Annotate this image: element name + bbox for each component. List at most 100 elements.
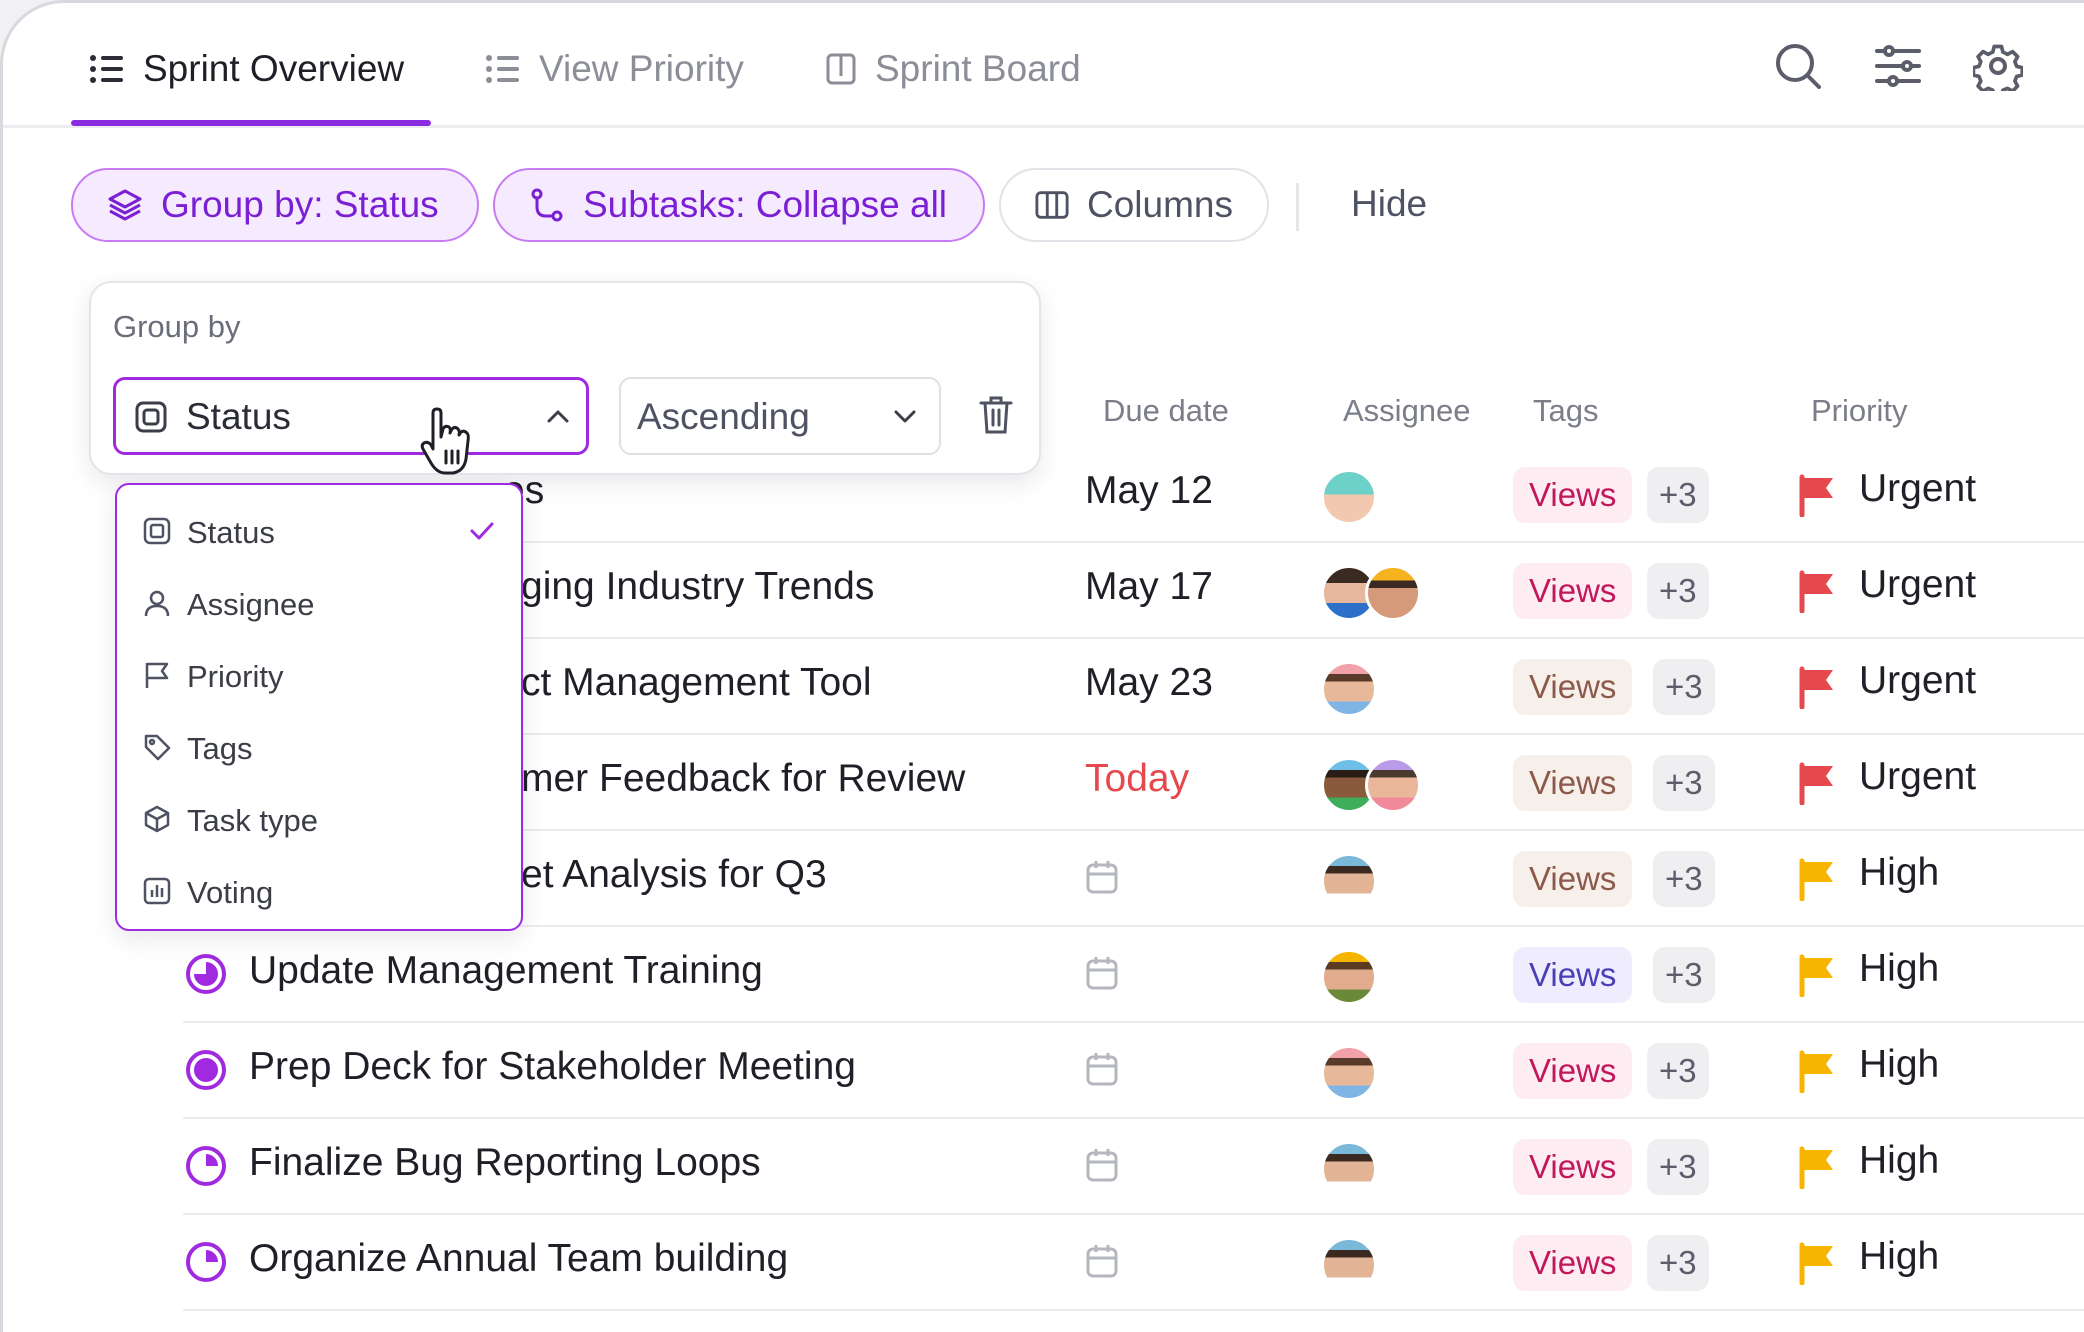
tag-badge[interactable]: Views — [1513, 467, 1633, 523]
sort-order-value: Ascending — [637, 396, 810, 437]
task-title[interactable]: mer Feedback for Review — [521, 757, 965, 801]
subtasks-chip[interactable]: Subtasks: Collapse all — [493, 168, 985, 242]
dropdown-item-label: Tags — [187, 731, 253, 766]
priority-label[interactable]: Urgent — [1859, 659, 1976, 703]
task-title[interactable]: Update Management Training — [249, 949, 763, 993]
tab-label: Sprint Overview — [143, 48, 405, 89]
group-by-chip[interactable]: Group by: Status — [71, 168, 479, 242]
list-icon — [90, 55, 123, 83]
group-field-select[interactable]: Status — [113, 377, 589, 455]
active-tab-indicator — [71, 120, 431, 126]
task-title[interactable]: Prep Deck for Stakeholder Meeting — [249, 1045, 856, 1089]
flag-icon — [1799, 570, 1833, 613]
group-by-title: Group by — [113, 309, 241, 344]
table-row[interactable]: Finalize Bug Reporting Loops Views +3 Hi… — [183, 1119, 2084, 1215]
app-window: Sprint Overview View Priority Sprint Boa… — [0, 0, 2084, 1332]
columns-chip[interactable]: Columns — [999, 168, 1269, 242]
column-header-tags[interactable]: Tags — [1533, 393, 1598, 429]
tag-more-badge[interactable]: +3 — [1653, 947, 1715, 1003]
task-title[interactable]: ging Industry Trends — [521, 565, 874, 609]
priority-label[interactable]: High — [1859, 1235, 1939, 1279]
tab-view-priority[interactable]: View Priority — [485, 41, 744, 97]
column-header-assignee[interactable]: Assignee — [1343, 393, 1471, 429]
priority-label[interactable]: Urgent — [1859, 467, 1976, 511]
dropdown-item-priority[interactable]: Priority — [117, 641, 521, 713]
avatar — [1365, 565, 1421, 621]
tag-badge[interactable]: Views — [1513, 1139, 1633, 1195]
tab-sprint-overview[interactable]: Sprint Overview — [89, 41, 404, 97]
dropdown-item-assignee[interactable]: Assignee — [117, 569, 521, 641]
status-field-icon — [135, 401, 167, 433]
calendar-icon[interactable] — [1085, 955, 1119, 991]
tag-more-badge[interactable]: +3 — [1647, 1235, 1709, 1291]
dropdown-item-task-type[interactable]: Task type — [117, 785, 521, 857]
calendar-icon[interactable] — [1085, 1147, 1119, 1183]
group-by-panel: Group by Status Ascending — [89, 281, 1041, 475]
tag-badge[interactable]: Views — [1513, 659, 1633, 715]
tag-badge[interactable]: Views — [1513, 1235, 1633, 1291]
avatar — [1321, 661, 1377, 717]
priority-label[interactable]: Urgent — [1859, 563, 1976, 607]
task-title[interactable]: Finalize Bug Reporting Loops — [249, 1141, 761, 1185]
gear-icon[interactable] — [1973, 41, 2023, 91]
trash-icon[interactable] — [979, 395, 1013, 435]
dropdown-item-status[interactable]: Status — [117, 497, 521, 569]
bar-chart-icon — [143, 877, 171, 905]
tag-badge[interactable]: Views — [1513, 563, 1633, 619]
calendar-icon[interactable] — [1085, 1243, 1119, 1279]
tab-sprint-board[interactable]: Sprint Board — [825, 41, 1081, 97]
tag-badge[interactable]: Views — [1513, 851, 1633, 907]
tag-more-badge[interactable]: +3 — [1653, 851, 1715, 907]
tag-more-badge[interactable]: +3 — [1653, 755, 1715, 811]
status-field-icon — [143, 517, 171, 545]
subtasks-chip-label: Subtasks: Collapse all — [583, 184, 948, 225]
table-row[interactable]: Update Management Training Views +3 High — [183, 927, 2084, 1023]
column-header-due-date[interactable]: Due date — [1103, 393, 1229, 429]
board-icon — [826, 53, 856, 85]
tag-more-badge[interactable]: +3 — [1647, 467, 1709, 523]
avatar — [1365, 757, 1421, 813]
flag-icon — [1799, 954, 1833, 997]
priority-label[interactable]: Urgent — [1859, 755, 1976, 799]
task-title[interactable]: et Analysis for Q3 — [521, 853, 827, 897]
task-title[interactable]: Organize Annual Team building — [249, 1237, 788, 1281]
dropdown-item-tags[interactable]: Tags — [117, 713, 521, 785]
in-progress-status-icon[interactable] — [185, 1049, 227, 1091]
in-progress-status-icon[interactable] — [185, 1145, 227, 1187]
dropdown-item-label: Assignee — [187, 587, 315, 622]
tag-badge[interactable]: Views — [1513, 1043, 1633, 1099]
hide-button[interactable]: Hide — [1351, 183, 1427, 225]
tag-more-badge[interactable]: +3 — [1647, 1043, 1709, 1099]
tag-more-badge[interactable]: +3 — [1647, 1139, 1709, 1195]
priority-label[interactable]: High — [1859, 947, 1939, 991]
table-row[interactable]: Organize Annual Team building Views +3 H… — [183, 1215, 2084, 1311]
tag-badge[interactable]: Views — [1513, 947, 1633, 1003]
calendar-icon[interactable] — [1085, 859, 1119, 895]
flag-icon — [1799, 1242, 1833, 1285]
avatar — [1321, 1045, 1377, 1101]
due-date[interactable]: May 17 — [1085, 565, 1213, 609]
priority-label[interactable]: High — [1859, 1043, 1939, 1087]
in-progress-status-icon[interactable] — [185, 953, 227, 995]
table-row[interactable]: Prep Deck for Stakeholder Meeting Views … — [183, 1023, 2084, 1119]
due-date[interactable]: Today — [1085, 757, 1189, 801]
priority-label[interactable]: High — [1859, 1139, 1939, 1183]
search-icon[interactable] — [1773, 41, 1823, 91]
in-progress-status-icon[interactable] — [185, 1241, 227, 1283]
tab-label: Sprint Board — [875, 48, 1081, 89]
tag-more-badge[interactable]: +3 — [1647, 563, 1709, 619]
due-date[interactable]: May 12 — [1085, 469, 1213, 513]
priority-label[interactable]: High — [1859, 851, 1939, 895]
tag-more-badge[interactable]: +3 — [1653, 659, 1715, 715]
flag-icon — [1799, 666, 1833, 709]
sort-order-select[interactable]: Ascending — [619, 377, 941, 455]
sliders-icon[interactable] — [1873, 41, 1923, 91]
flag-icon — [1799, 762, 1833, 805]
due-date[interactable]: May 23 — [1085, 661, 1213, 705]
tag-badge[interactable]: Views — [1513, 755, 1633, 811]
column-header-priority[interactable]: Priority — [1811, 393, 1907, 429]
dropdown-item-voting[interactable]: Voting — [117, 857, 521, 929]
calendar-icon[interactable] — [1085, 1051, 1119, 1087]
person-icon — [144, 590, 170, 617]
task-title[interactable]: ct Management Tool — [521, 661, 872, 705]
